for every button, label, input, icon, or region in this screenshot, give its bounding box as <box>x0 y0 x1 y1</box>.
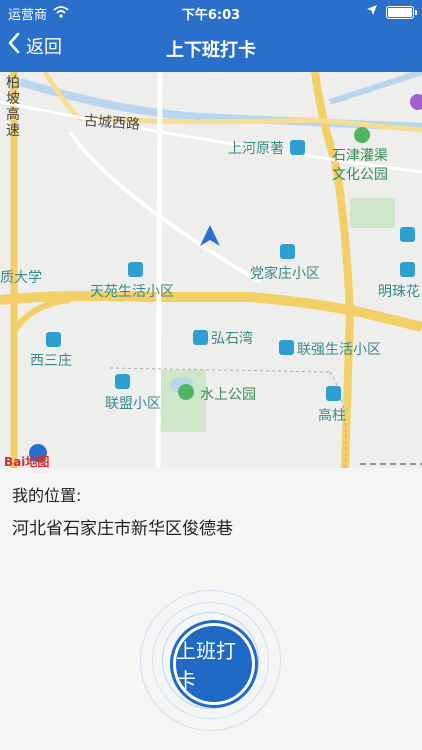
clock-in-button[interactable]: 上班打卡 <box>173 623 255 705</box>
location-address: 河北省石家庄市新华区俊德巷 <box>12 519 233 539</box>
map-view[interactable]: 上河原著 石津灌渠 文化公园 古城西路 党家庄小区 天苑生活小区 明珠花 弘石湾… <box>0 72 422 469</box>
page-title: 上下班打卡 <box>166 40 256 61</box>
nav-bar: 返回 上下班打卡 <box>0 24 422 72</box>
location-arrow-icon <box>366 4 378 20</box>
battery-icon <box>386 5 417 19</box>
location-label: 我的位置: <box>12 486 82 505</box>
baidu-logo <box>29 444 47 462</box>
status-time: 下午6:03 <box>181 8 241 23</box>
map-canvas <box>0 72 422 468</box>
status-bar: 运营商 下午6:03 <box>0 0 422 24</box>
clock-in-button-wrap: 上班打卡 <box>140 590 282 732</box>
top-bar: 运营商 下午6:03 返回 上下班打卡 <box>0 0 422 72</box>
